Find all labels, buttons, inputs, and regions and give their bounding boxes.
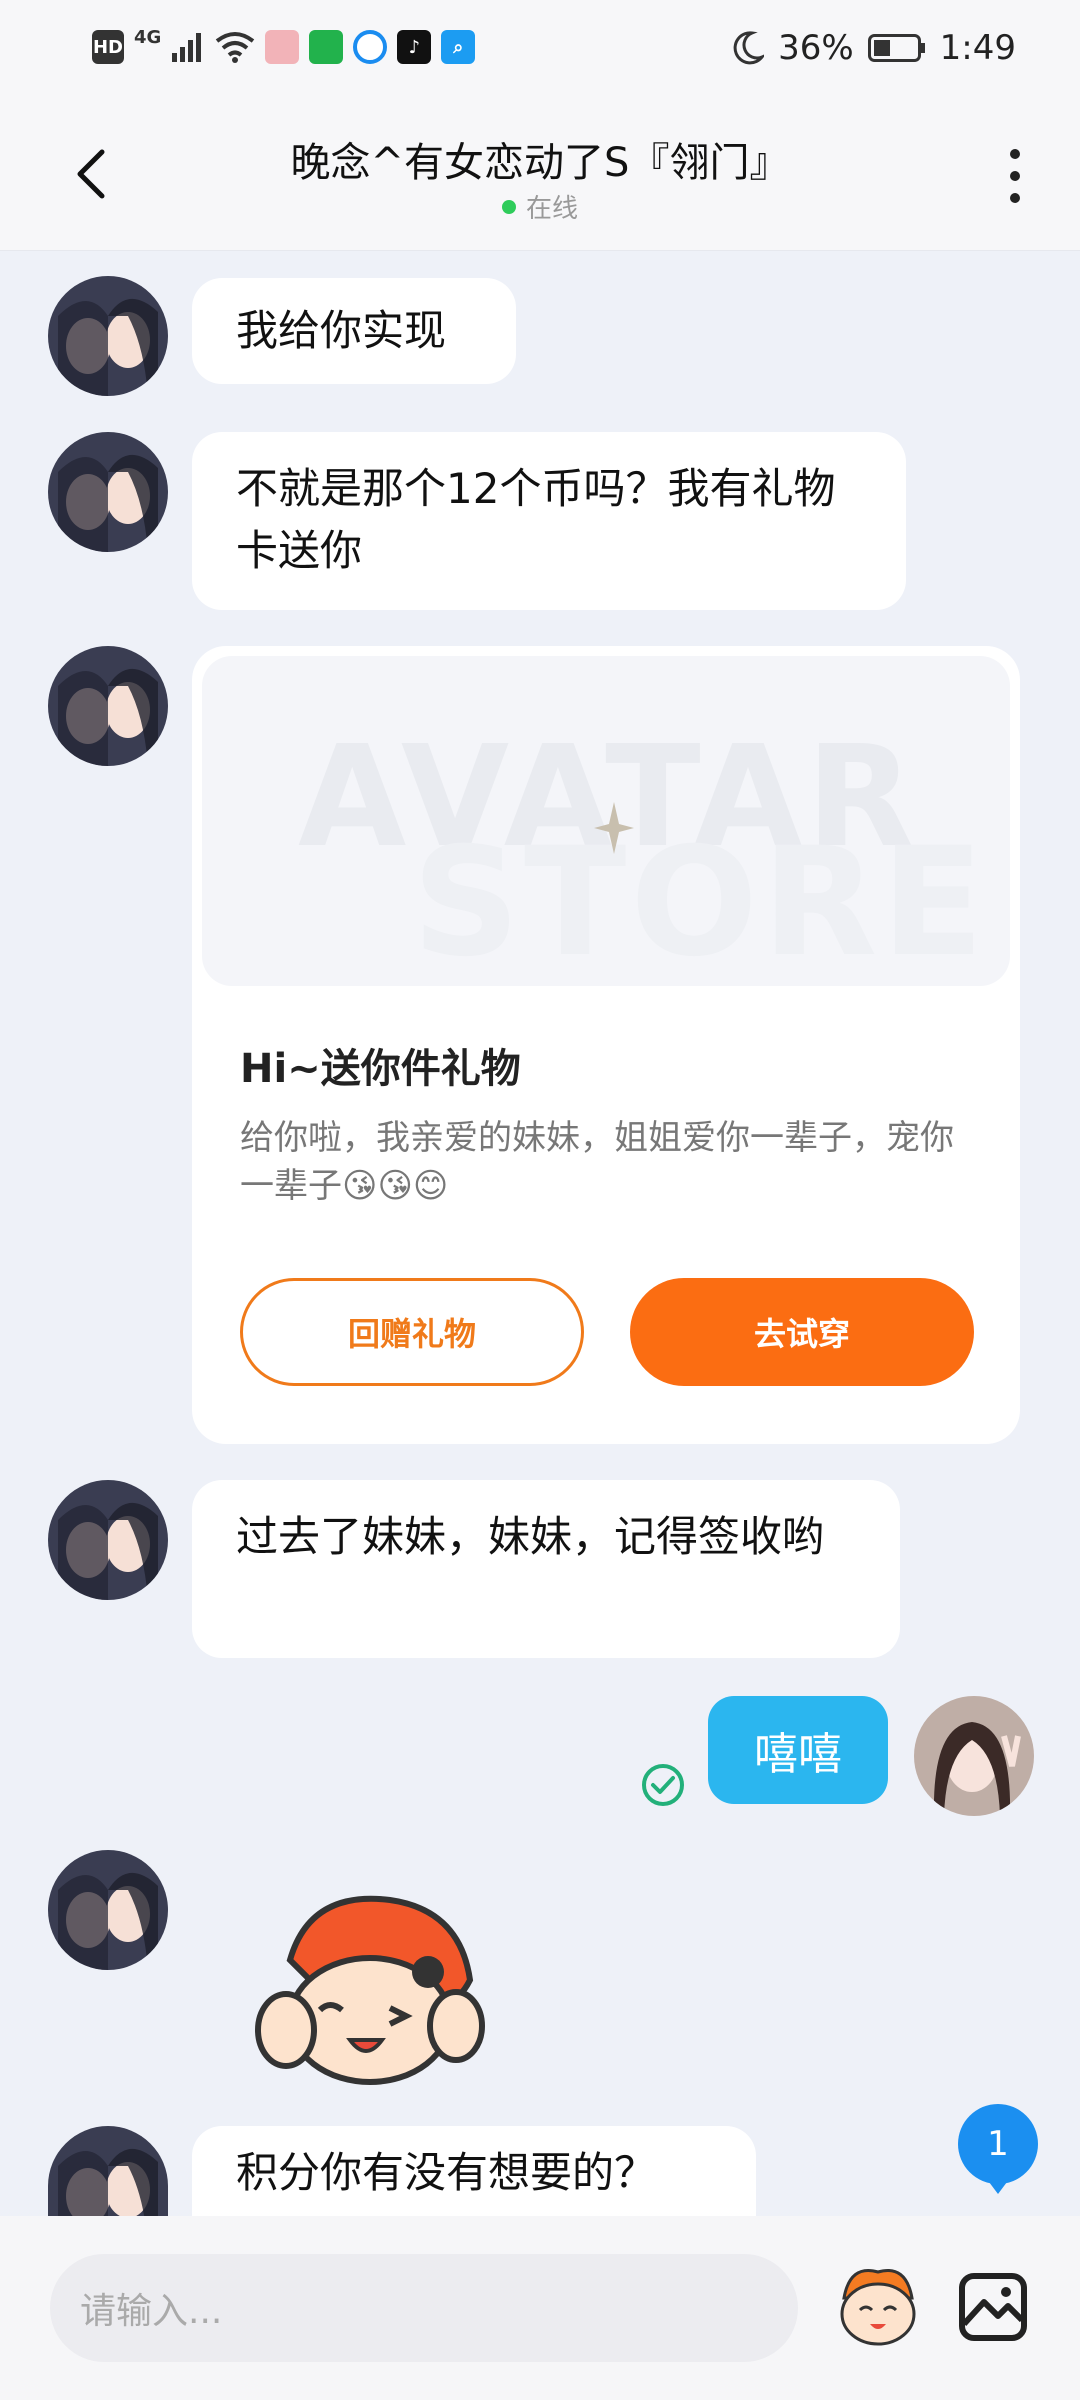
sparkle-icon — [594, 802, 634, 854]
avatar-image — [48, 432, 168, 552]
avatar-image — [48, 646, 168, 766]
unread-badge[interactable]: 1 — [958, 2104, 1038, 2184]
sticker-image[interactable] — [250, 1880, 490, 2100]
avatar-image — [48, 2126, 168, 2216]
image-picker-icon[interactable] — [958, 2272, 1028, 2342]
iqiyi-app-icon — [309, 30, 344, 64]
signal-icon — [172, 33, 202, 62]
message-bubble[interactable]: 积分你有没有想要的？ — [192, 2126, 756, 2216]
message-bubble[interactable]: 过去了妹妹，妹妹，记得签收哟 — [192, 1480, 900, 1658]
message-text: 嘻嘻 — [754, 1729, 842, 1780]
browser-app-icon — [353, 30, 388, 64]
online-dot — [501, 199, 516, 214]
input-placeholder: 请输入... — [80, 2291, 223, 2332]
contact-avatar[interactable] — [48, 1850, 168, 1970]
search-app-icon: ⌕ — [441, 30, 476, 64]
online-status: 在线 — [0, 188, 1080, 225]
more-options-icon[interactable] — [1000, 148, 1030, 204]
watermark-store: STORE — [412, 816, 988, 986]
contact-avatar[interactable] — [48, 646, 168, 766]
message-bubble[interactable]: 我给你实现 — [192, 278, 516, 384]
contact-avatar[interactable] — [48, 2126, 168, 2216]
avatar-image — [48, 1850, 168, 1970]
moon-icon — [733, 31, 765, 65]
hd-indicator: HD — [92, 30, 124, 64]
emoji-sticker-icon[interactable] — [830, 2258, 926, 2354]
status-bar: HD 4G ♪ ⌕ 36% 1:49 — [0, 0, 1080, 100]
message-input[interactable]: 请输入... — [50, 2254, 798, 2362]
message-text: 过去了妹妹，妹妹，记得签收哟 — [236, 1512, 825, 1561]
message-text: 积分你有没有想要的？ — [236, 2148, 657, 2197]
my-avatar[interactable] — [914, 1696, 1034, 1816]
read-receipt-icon — [642, 1764, 684, 1806]
contact-avatar[interactable] — [48, 432, 168, 552]
contact-avatar[interactable] — [48, 1480, 168, 1600]
message-bubble[interactable]: 不就是那个12个币吗？我有礼物卡送你 — [192, 432, 906, 610]
avatar-image — [914, 1696, 1034, 1816]
clock: 1:49 — [939, 28, 1016, 68]
my-message-bubble[interactable]: 嘻嘻 — [708, 1696, 888, 1804]
battery-icon — [867, 34, 925, 62]
wifi-icon — [216, 32, 255, 63]
gift-card[interactable]: AVATAR STORE Hi~送你件礼物 给你啦，我亲爱的妹妹，姐姐爱你一辈子… — [192, 646, 1020, 1444]
try-on-button[interactable]: 去试穿 — [630, 1278, 974, 1386]
tiktok-app-icon: ♪ — [397, 30, 432, 64]
avatar-image — [48, 1480, 168, 1600]
chat-header: 晚念^有女恋动了S『翎门』 在线 — [0, 100, 1080, 251]
message-text: 我给你实现 — [236, 306, 447, 355]
network-type: 4G — [134, 26, 162, 48]
online-status-text: 在线 — [525, 194, 578, 224]
gift-message: 给你啦，我亲爱的妹妹，姐姐爱你一辈子，宠你一辈子😘😘😊 — [240, 1118, 954, 1206]
unread-badge-tail — [986, 2178, 1010, 2194]
gift-card-image: AVATAR STORE — [202, 656, 1010, 986]
message-text: 不就是那个12个币吗？我有礼物卡送你 — [236, 464, 836, 575]
input-bar: 请输入... — [0, 2216, 1080, 2400]
news-app-icon — [265, 30, 300, 64]
avatar-image — [48, 276, 168, 396]
chat-title: 晚念^有女恋动了S『翎门』 — [290, 140, 790, 186]
return-gift-button[interactable]: 回赠礼物 — [240, 1278, 584, 1386]
gift-title: Hi~送你件礼物 — [240, 1046, 521, 1092]
contact-avatar[interactable] — [48, 276, 168, 396]
battery-percent: 36% — [778, 28, 854, 68]
